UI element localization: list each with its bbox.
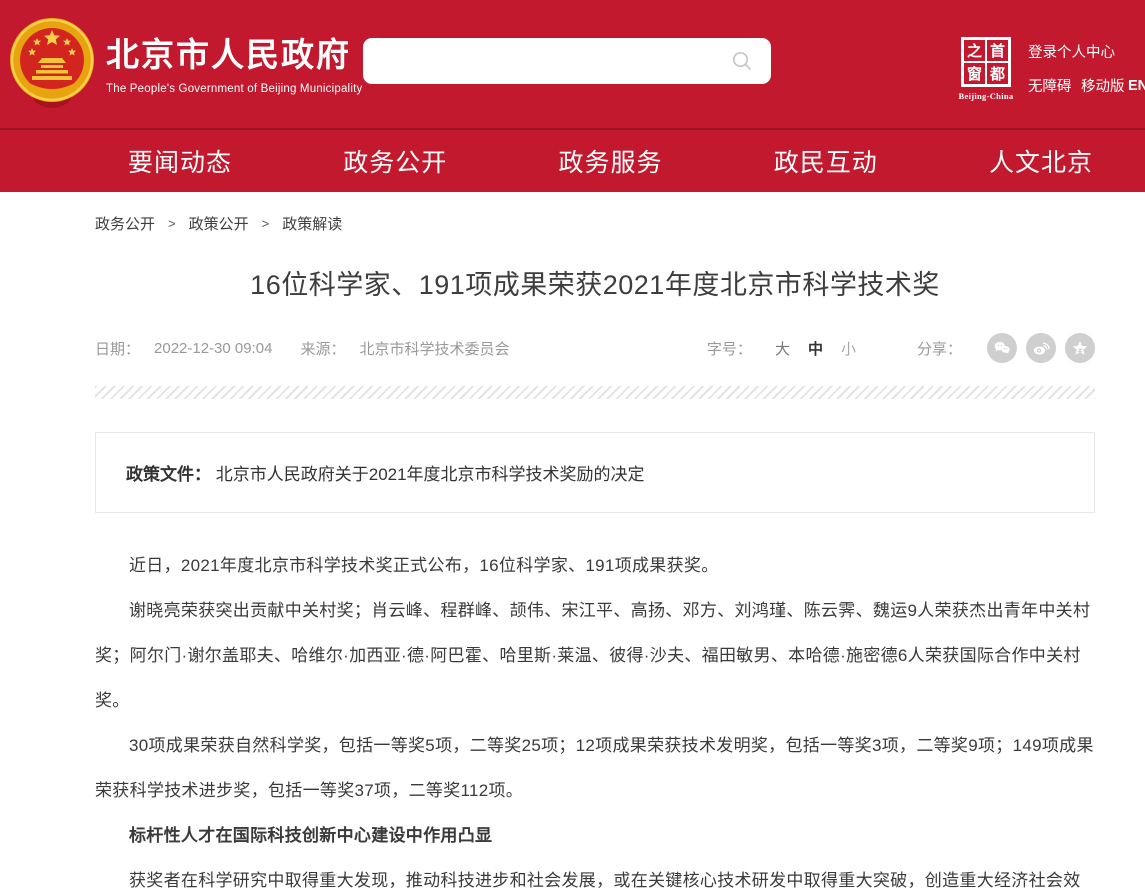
english-link[interactable]: EN <box>1128 78 1145 94</box>
portal-logo-char: 之 <box>964 40 985 61</box>
article-meta: 日期： 2022-12-30 09:04 来源： 北京市科学技术委员会 字号： … <box>95 333 1095 363</box>
portal-logo[interactable]: 之 首 窗 都 Beijing-China <box>958 37 1014 101</box>
breadcrumb-item[interactable]: 政策解读 <box>282 213 342 234</box>
share-bar: 分享： <box>917 333 1095 363</box>
fontsize-label: 字号： <box>707 338 752 359</box>
share-wechat-icon[interactable] <box>987 333 1017 363</box>
source-value: 北京市科学技术委员会 <box>359 338 509 359</box>
portal-logo-caption: Beijing-China <box>958 91 1014 101</box>
portal-logo-grid: 之 首 窗 都 <box>961 37 1011 87</box>
brand-text: 北京市人民政府 The People's Government of Beiji… <box>106 31 362 94</box>
nav-item-culture[interactable]: 人文北京 <box>989 143 1093 179</box>
portal-logo-char: 窗 <box>964 63 985 84</box>
accessibility-link[interactable]: 无障碍 <box>1028 75 1072 96</box>
site-subtitle: The People's Government of Beijing Munic… <box>106 83 362 95</box>
page-title: 16位科学家、191项成果荣获2021年度北京市科学技术奖 <box>95 263 1095 302</box>
breadcrumb-separator: > <box>168 216 176 231</box>
fontsize-switcher: 字号： 大 中 小 <box>707 338 865 359</box>
site-header: 北京市人民政府 The People's Government of Beiji… <box>0 0 1145 128</box>
nav-item-interaction[interactable]: 政民互动 <box>774 143 878 179</box>
article-paragraph: 谢晓亮荣获突出贡献中关村奖；肖云峰、程群峰、颉伟、宋江平、高扬、邓方、刘鸿瑾、陈… <box>95 588 1095 723</box>
article-paragraph: 获奖者在科学研究中取得重大发现，推动科技进步和社会发展，或在关键核心技术研发中取… <box>95 858 1095 892</box>
page: 北京市人民政府 The People's Government of Beiji… <box>0 0 1145 892</box>
portal-logo-char: 都 <box>987 63 1008 84</box>
article-subheading: 标杆性人才在国际科技创新中心建设中作用凸显 <box>95 813 1095 858</box>
national-emblem-icon <box>8 16 96 110</box>
breadcrumb-item[interactable]: 政务公开 <box>95 213 155 234</box>
nav-item-gov-affairs[interactable]: 政务公开 <box>343 143 447 179</box>
share-weibo-icon[interactable] <box>1026 333 1056 363</box>
nav-item-gov-services[interactable]: 政务服务 <box>558 143 662 179</box>
portal-logo-char: 首 <box>987 40 1008 61</box>
main-nav-items: 要闻动态 政务公开 政务服务 政民互动 人文北京 <box>128 143 1093 179</box>
login-link[interactable]: 登录个人中心 <box>1028 41 1115 62</box>
site-logo[interactable]: 北京市人民政府 The People's Government of Beiji… <box>8 16 362 110</box>
site-title: 北京市人民政府 <box>106 37 362 73</box>
search-box <box>363 38 771 84</box>
fontsize-medium-button[interactable]: 中 <box>808 338 823 359</box>
main-nav: 要闻动态 政务公开 政务服务 政民互动 人文北京 <box>0 128 1145 192</box>
policy-file-box: 政策文件： 北京市人民政府关于2021年度北京市科学技术奖励的决定 <box>95 432 1095 513</box>
breadcrumb: 政务公开 > 政策公开 > 政策解读 <box>95 213 1095 234</box>
nav-item-news[interactable]: 要闻动态 <box>128 143 232 179</box>
content-column: 政务公开 > 政策公开 > 政策解读 16位科学家、191项成果荣获2021年度… <box>95 213 1095 892</box>
policy-file-link[interactable]: 北京市人民政府关于2021年度北京市科学技术奖励的决定 <box>216 465 645 484</box>
search-input[interactable] <box>363 38 731 84</box>
share-qzone-icon[interactable] <box>1065 333 1095 363</box>
mobile-version-link[interactable]: 移动版 <box>1081 75 1125 96</box>
fontsize-large-button[interactable]: 大 <box>775 338 790 359</box>
source-label: 来源： <box>300 338 345 359</box>
article-paragraph: 30项成果荣获自然科学奖，包括一等奖5项，二等奖25项；12项成果荣获技术发明奖… <box>95 723 1095 813</box>
date-label: 日期： <box>95 338 140 359</box>
policy-file-label: 政策文件： <box>126 465 211 484</box>
date-value: 2022-12-30 09:04 <box>154 340 272 357</box>
article-paragraph: 近日，2021年度北京市科学技术奖正式公布，16位科学家、191项成果获奖。 <box>95 543 1095 588</box>
share-label: 分享： <box>917 338 962 359</box>
hatch-divider <box>95 386 1095 399</box>
search-icon[interactable] <box>731 50 753 72</box>
article-body: 近日，2021年度北京市科学技术奖正式公布，16位科学家、191项成果获奖。 谢… <box>95 543 1095 892</box>
fontsize-small-button[interactable]: 小 <box>841 338 856 359</box>
meta-right: 字号： 大 中 小 分享： <box>707 333 1095 363</box>
breadcrumb-separator: > <box>262 216 270 231</box>
breadcrumb-item[interactable]: 政策公开 <box>189 213 249 234</box>
